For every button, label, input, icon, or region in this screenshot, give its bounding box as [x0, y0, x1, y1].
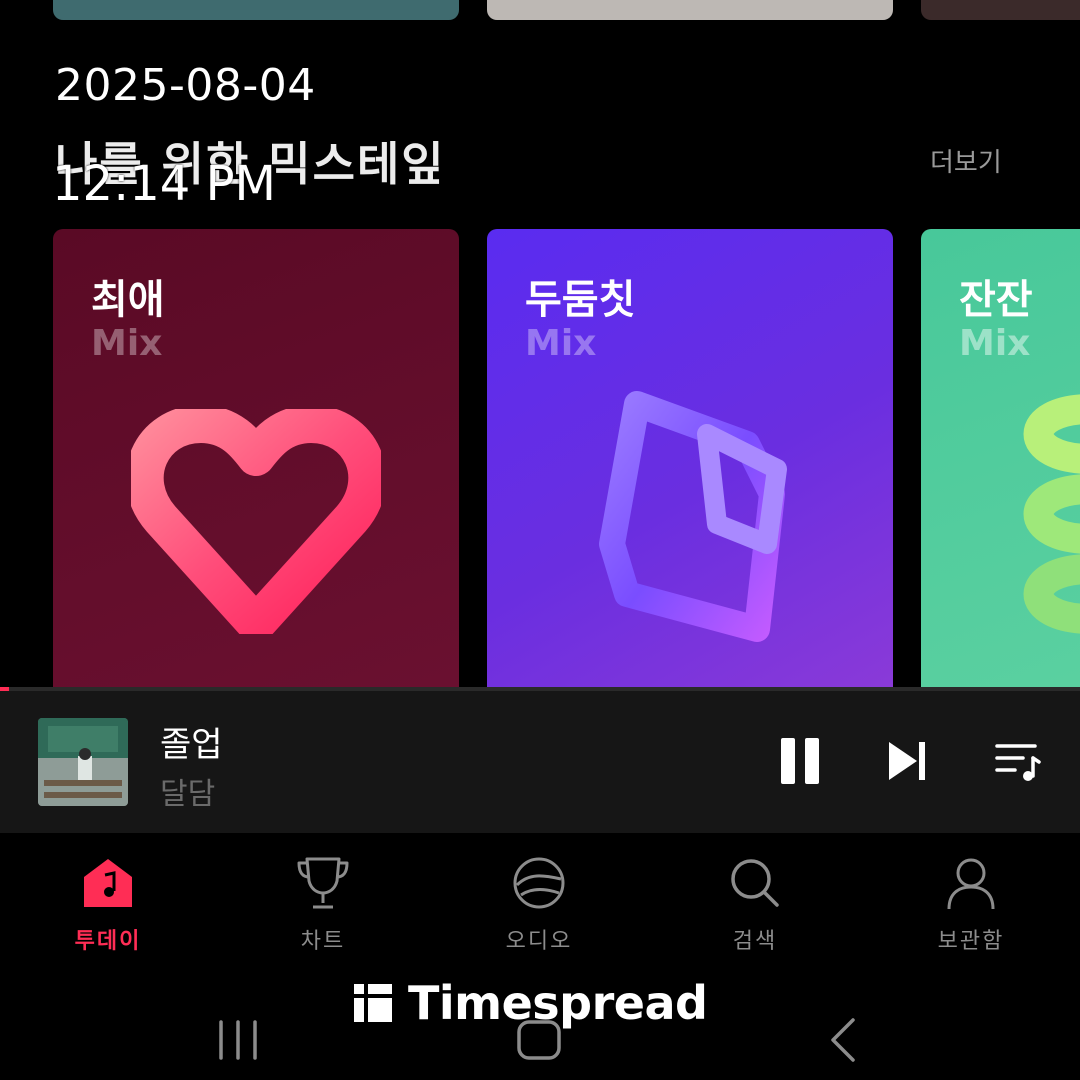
- previous-row-card-2[interactable]: [487, 0, 893, 20]
- nav-tab-audio[interactable]: 오디오: [469, 853, 609, 955]
- recent-apps-button[interactable]: [215, 1018, 261, 1062]
- nav-label: 투데이: [74, 929, 142, 954]
- timestamp-time: 12:14 PM: [52, 156, 276, 212]
- watermark: Timespread: [352, 975, 708, 1031]
- album-art-image: [38, 718, 128, 806]
- mix-card-title: 두둠칫: [525, 277, 636, 323]
- watermark-text: Timespread: [408, 976, 708, 1030]
- home-music-icon: [84, 859, 132, 907]
- back-button[interactable]: [825, 1018, 861, 1062]
- bottom-navigation: 투데이 차트 오디오 검색 보관함: [0, 833, 1080, 983]
- pause-icon: [781, 738, 819, 784]
- mix-card-title: 잔잔: [959, 277, 1033, 323]
- mix-card-subtitle: Mix: [525, 323, 597, 364]
- mix-card-subtitle: Mix: [91, 323, 163, 364]
- playlist-button[interactable]: [990, 733, 1046, 789]
- previous-row-card-1[interactable]: [53, 0, 459, 20]
- track-artist[interactable]: 달담: [160, 769, 215, 813]
- person-icon: [947, 858, 995, 910]
- nav-label: 보관함: [937, 929, 1005, 954]
- mix-card-subtitle: Mix: [959, 323, 1031, 364]
- search-icon: [731, 859, 779, 907]
- mix-card-groove[interactable]: 두둠칫 Mix: [487, 229, 893, 687]
- audio-globe-icon: [513, 857, 565, 909]
- album-art[interactable]: [38, 718, 128, 806]
- mix-card-calm[interactable]: 잔잔 Mix: [921, 229, 1080, 687]
- mix-card-favorite[interactable]: 최애 Mix: [53, 229, 459, 687]
- nav-tab-library[interactable]: 보관함: [901, 853, 1041, 955]
- heart-icon: [131, 409, 381, 634]
- knot-shape-icon: [599, 391, 787, 642]
- timespread-logo-icon: [354, 984, 392, 1022]
- nav-tab-chart[interactable]: 차트: [253, 853, 393, 955]
- previous-row-card-3[interactable]: [921, 0, 1080, 20]
- skip-next-icon: [889, 742, 925, 780]
- spring-shape-icon: [1023, 394, 1080, 634]
- nav-tab-search[interactable]: 검색: [685, 853, 825, 955]
- playlist-icon: [995, 744, 1041, 781]
- trophy-icon: [297, 857, 349, 909]
- nav-tab-today[interactable]: 투데이: [38, 853, 178, 955]
- timestamp-date: 2025-08-04: [55, 60, 316, 111]
- next-track-button[interactable]: [878, 733, 934, 789]
- pause-button[interactable]: [772, 733, 828, 789]
- nav-label: 검색: [732, 929, 778, 954]
- nav-label: 오디오: [505, 929, 573, 954]
- track-title[interactable]: 졸업: [160, 717, 223, 766]
- mini-player[interactable]: 졸업 달담: [0, 691, 1080, 833]
- mix-card-title: 최애: [91, 277, 165, 323]
- nav-label: 차트: [300, 929, 346, 954]
- more-link[interactable]: 더보기: [930, 142, 1002, 179]
